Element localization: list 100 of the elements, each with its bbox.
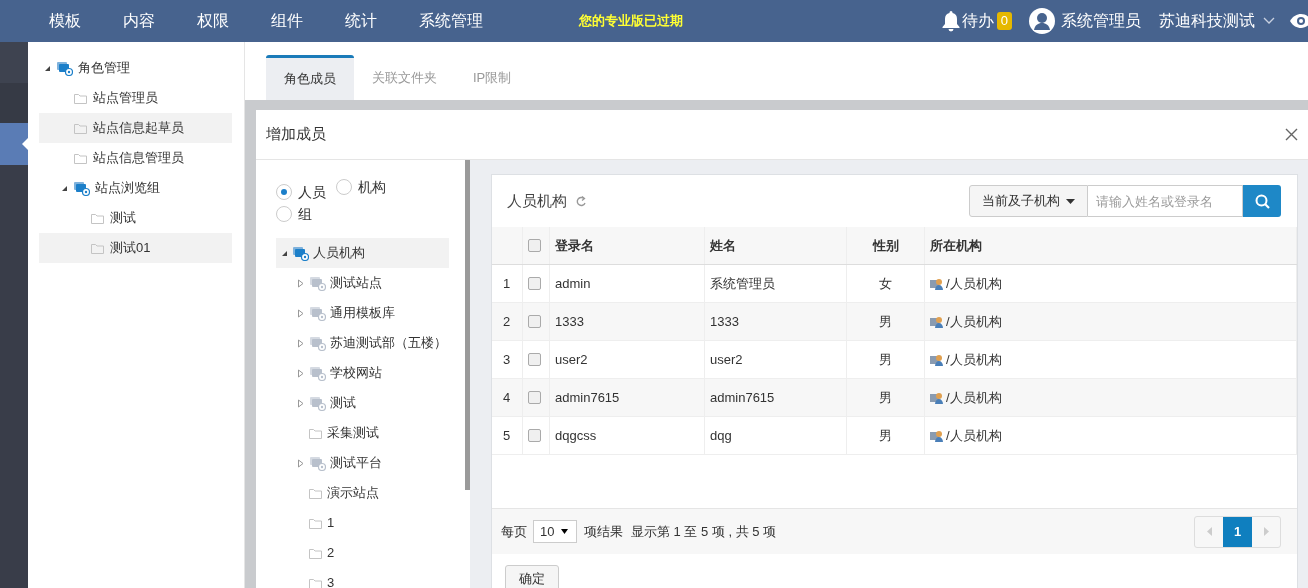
tree-item-label[interactable]: 2 [327,543,335,563]
person-icon [930,353,944,366]
tree-item-label[interactable]: 站点信息管理员 [93,148,184,168]
org-icon [309,275,326,291]
search-field[interactable]: 请输入姓名或登录名 [1088,185,1243,217]
checkbox[interactable] [528,315,541,328]
radio-label[interactable]: 组 [298,203,312,225]
tree-item-label[interactable]: 测试01 [110,238,151,258]
folder-icon [308,516,323,530]
tree-item-label[interactable]: 站点浏览组 [95,178,160,198]
table-cell-text: 1333 [555,312,584,331]
org-icon [309,395,326,411]
folder-icon [90,241,105,255]
table-cell-text: /人员机构 [946,274,1002,293]
table-cell-text: 男 [879,350,892,369]
org-icon [309,455,326,471]
table-cell-text: user2 [710,350,743,369]
checkbox[interactable] [528,353,541,366]
confirm-button[interactable]: 确定 [505,565,559,588]
page-summary: 显示第 1 至 5 项 , 共 5 项 [631,522,777,541]
tree-item-label[interactable]: 采集测试 [327,423,379,443]
org-icon [309,305,326,321]
person-icon [930,315,944,328]
org-icon [309,335,326,351]
tree-item-label[interactable]: 测试站点 [330,273,382,293]
todo-count: 0 [996,12,1012,30]
table-cell-text: /人员机构 [946,312,1002,331]
radio-label[interactable]: 人员 [298,181,326,203]
checkbox[interactable] [528,429,541,442]
tree-item-label[interactable]: 3 [327,573,335,588]
tab[interactable]: 角色成员 [266,55,354,100]
tree-item-label[interactable]: 测试 [110,208,136,228]
table-cell-text: /人员机构 [946,388,1002,407]
table-cell-text: 4 [503,388,511,407]
folder-icon [308,546,323,560]
tree-item-label[interactable]: 人员机构 [313,243,365,263]
caret-icon [1066,198,1075,204]
table-cell-text: /人员机构 [946,350,1002,369]
user-name[interactable]: 系统管理员 [1061,9,1141,33]
table-cell-text: admin7615 [710,388,775,407]
table-cell-text: admin [555,274,591,293]
table-cell-text: /人员机构 [946,426,1002,445]
person-icon [930,429,944,442]
table-cell-text: user2 [555,350,588,369]
table-cell-text: 1 [503,274,511,293]
group-icon [73,180,90,196]
checkbox[interactable] [528,239,541,252]
folder-icon [90,211,105,225]
table-cell-text: 1333 [710,312,739,331]
tree-row[interactable]: 测试01 [39,233,232,263]
bell-icon[interactable] [941,10,960,32]
tree-item-label[interactable]: 1 [327,513,335,533]
chevron-down-icon[interactable] [1263,17,1275,25]
tree-item-label[interactable]: 站点信息起草员 [93,118,184,138]
table-cell-text: 系统管理员 [710,274,775,293]
radio-label[interactable]: 机构 [358,176,386,198]
table-cell-text: dqgcss [555,426,597,445]
nav-item[interactable]: 模板 [49,9,81,33]
caret-icon [561,529,569,534]
close-icon[interactable] [1285,128,1298,141]
table-cell-text: 3 [503,350,511,369]
todo-link[interactable]: 待办 [961,9,994,33]
table-cell-text: dqg [710,426,732,445]
checkbox[interactable] [528,277,541,290]
group-icon [292,245,309,261]
tree-row[interactable]: 站点信息起草员 [39,113,232,143]
checkbox[interactable] [528,391,541,404]
folder-icon [73,121,88,135]
avatar-icon[interactable] [1029,8,1055,34]
page-button[interactable]: 1 [1223,516,1252,547]
tree-item-label[interactable]: 通用模板库 [330,303,395,323]
tree-item-highlighted[interactable]: 人员机构 [276,238,449,268]
nav-item[interactable]: 权限 [197,9,229,33]
table-cell-text: 男 [879,312,892,331]
refresh-icon[interactable] [575,195,587,207]
tree-item-label[interactable]: 演示站点 [327,483,379,503]
tree-item-label[interactable]: 站点管理员 [93,88,158,108]
column-header[interactable]: 登录名 [555,235,594,256]
tree-item-label[interactable]: 角色管理 [78,58,130,78]
tree-item-label[interactable]: 测试 [330,393,356,413]
nav-item[interactable]: 内容 [123,9,155,33]
column-header[interactable]: 所在机构 [930,235,982,256]
per-page-select[interactable]: 10 [533,520,577,543]
table-cell-text: 男 [879,388,892,407]
eye-icon[interactable] [1290,13,1308,29]
scope-dropdown[interactable]: 当前及子机构 [969,185,1088,217]
tree-item-label[interactable]: 学校网站 [330,363,382,383]
search-button[interactable] [1243,185,1281,217]
column-header[interactable]: 姓名 [710,235,736,256]
nav-item[interactable]: 系统管理 [419,9,483,33]
column-header[interactable]: 性别 [872,235,899,256]
org-selector[interactable]: 苏迪科技测试 [1159,9,1255,33]
modal-title: 增加成员 [266,124,326,145]
nav-item[interactable]: 统计 [345,9,377,33]
nav-item[interactable]: 组件 [271,9,303,33]
next-icon [1263,527,1269,536]
tree-item-label[interactable]: 测试平台 [330,453,382,473]
per-page-label: 每页 [501,522,527,541]
tree-item-label[interactable]: 苏迪测试部（五楼） [330,333,447,353]
scrollbar[interactable] [465,160,470,490]
